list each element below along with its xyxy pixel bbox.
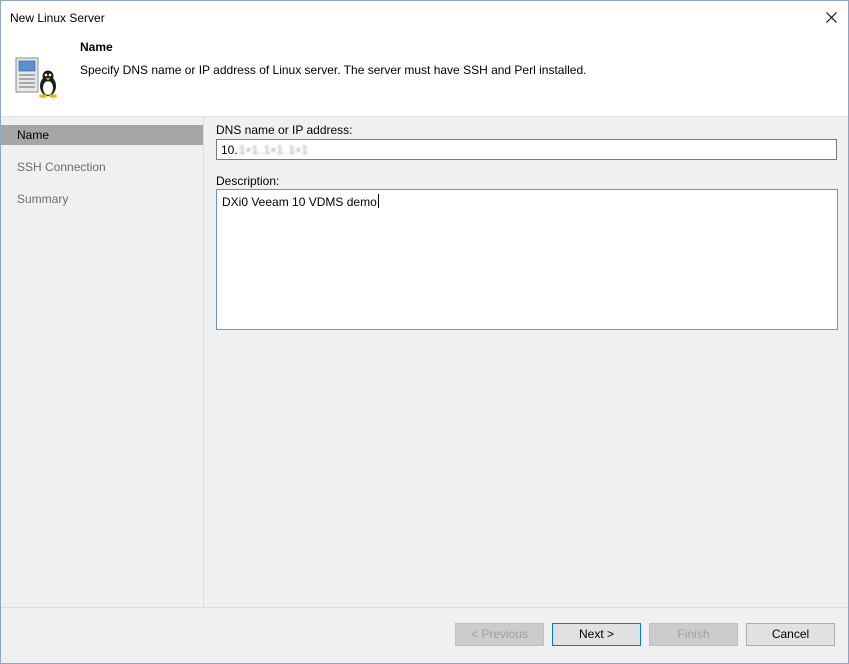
dns-name-label: DNS name or IP address: — [216, 123, 353, 137]
next-button[interactable]: Next > — [552, 623, 641, 646]
dns-name-obscured-value: 1•1.1•1.1•1 — [238, 143, 310, 157]
description-textarea[interactable]: DXi0 Veeam 10 VDMS demo — [216, 189, 838, 330]
close-icon — [825, 12, 837, 23]
nav-item-name[interactable]: Name — [1, 125, 203, 145]
window-title: New Linux Server — [10, 11, 105, 25]
description-value: DXi0 Veeam 10 VDMS demo — [222, 195, 377, 209]
wizard-steps-nav: Name SSH Connection Summary — [1, 117, 203, 607]
linux-server-icon — [15, 57, 57, 98]
description-label: Description: — [216, 174, 280, 188]
text-caret — [377, 194, 379, 208]
nav-item-ssh-connection[interactable]: SSH Connection — [1, 157, 203, 177]
wizard-header: Name Specify DNS name or IP address of L… — [1, 34, 848, 116]
title-bar: New Linux Server — [1, 1, 848, 34]
page-description: Specify DNS name or IP address of Linux … — [80, 63, 587, 77]
dns-name-input[interactable]: 10.1•1.1•1.1•1 — [216, 139, 837, 160]
previous-button[interactable]: < Previous — [455, 623, 544, 646]
page-title: Name — [80, 40, 113, 54]
footer-divider — [1, 607, 848, 608]
dialog-window: New Linux Server Name Specify DNS name o… — [0, 0, 849, 664]
cancel-button[interactable]: Cancel — [746, 623, 835, 646]
nav-divider — [203, 117, 204, 607]
wizard-body: Name SSH Connection Summary DNS name or … — [1, 117, 848, 663]
close-button[interactable] — [814, 1, 848, 34]
dns-name-value: 10. — [221, 143, 238, 157]
nav-item-summary[interactable]: Summary — [1, 189, 203, 209]
finish-button[interactable]: Finish — [649, 623, 738, 646]
